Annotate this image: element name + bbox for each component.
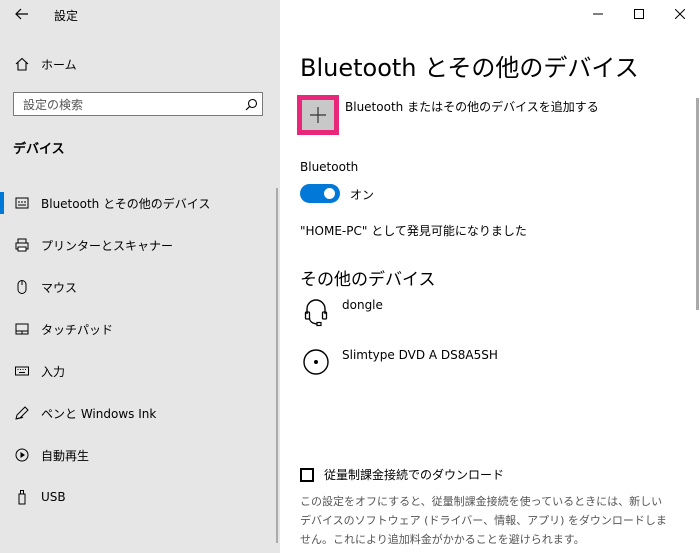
metered-description: この設定をオフにすると、従量制課金接続を使っているときには、新しいデバイスのソフ… — [300, 495, 667, 546]
sidebar-item-label: USB — [41, 490, 66, 504]
mouse-icon — [12, 277, 32, 297]
printer-icon — [12, 235, 32, 255]
usb-icon — [12, 487, 32, 507]
other-devices-heading: その他のデバイス — [300, 270, 436, 290]
sidebar-item-printers[interactable]: プリンターとスキャナー — [0, 224, 280, 266]
device-name: Slimtype DVD A DS8A5SH — [342, 348, 498, 362]
metered-download-checkbox[interactable] — [300, 467, 314, 482]
main-scrollbar[interactable] — [696, 0, 699, 553]
toggle-state-label: オン — [350, 188, 375, 202]
sidebar-item-mouse[interactable]: マウス — [0, 266, 280, 308]
close-button[interactable] — [660, 2, 700, 26]
home-icon — [12, 54, 32, 74]
bluetooth-heading: Bluetooth — [300, 160, 359, 174]
close-icon — [675, 9, 685, 19]
sidebar-item-label: マウス — [41, 280, 78, 295]
disc-drive-icon — [300, 346, 332, 378]
sidebar-item-home[interactable]: ホーム — [0, 50, 280, 78]
page-title: Bluetooth とその他のデバイス — [300, 54, 639, 82]
minimize-button[interactable] — [578, 2, 618, 26]
device-item-dvd[interactable]: Slimtype DVD A DS8A5SH — [300, 346, 680, 382]
sidebar-nav: Bluetooth とその他のデバイス プリンターとスキャナー マウス タッチパ… — [0, 182, 280, 518]
search-placeholder: 設定の検索 — [23, 97, 84, 112]
sidebar-item-label: タッチパッド — [41, 322, 114, 337]
sidebar-item-autoplay[interactable]: 自動再生 — [0, 434, 280, 476]
headset-icon — [300, 296, 332, 328]
toggle-knob — [324, 188, 335, 199]
main-content: Bluetooth とその他のデバイス Bluetooth またはその他のデバイ… — [280, 0, 700, 553]
search-input[interactable]: 設定の検索 — [13, 92, 263, 116]
sidebar-item-label: 入力 — [41, 364, 66, 379]
autoplay-icon — [12, 445, 32, 465]
sidebar-item-label: ホーム — [41, 57, 77, 72]
scrollbar-thumb[interactable] — [696, 98, 699, 310]
sidebar-item-touchpad[interactable]: タッチパッド — [0, 308, 280, 350]
pen-icon — [12, 403, 32, 423]
minimize-icon — [593, 13, 603, 15]
add-device-button[interactable] — [297, 95, 339, 135]
bluetooth-devices-icon — [12, 193, 32, 213]
search-icon[interactable] — [240, 93, 262, 115]
back-arrow-icon — [15, 8, 28, 20]
sidebar-item-label: 自動再生 — [41, 448, 90, 463]
checkbox-label: 従量制課金接続でのダウンロード — [324, 468, 505, 482]
add-device-label[interactable]: Bluetooth またはその他のデバイスを追加する — [345, 98, 599, 115]
sidebar-item-usb[interactable]: USB — [0, 476, 280, 518]
touchpad-icon — [12, 319, 32, 339]
sidebar-item-label: ペンと Windows Ink — [41, 406, 157, 421]
sidebar-item-label: プリンターとスキャナー — [41, 238, 174, 253]
device-item-dongle[interactable]: dongle — [300, 296, 680, 332]
sidebar-item-typing[interactable]: 入力 — [0, 350, 280, 392]
sidebar: 設定 ホーム 設定の検索 デバイス Bluetooth とその他のデバイス プリ… — [0, 0, 280, 553]
sidebar-scrollbar[interactable] — [276, 188, 278, 543]
sidebar-item-pen[interactable]: ペンと Windows Ink — [0, 392, 280, 434]
app-title: 設定 — [54, 9, 79, 23]
keyboard-icon — [12, 361, 32, 381]
plus-icon — [310, 107, 326, 123]
bluetooth-toggle[interactable] — [300, 184, 340, 203]
device-name: dongle — [342, 298, 383, 312]
sidebar-item-label: Bluetooth とその他のデバイス — [41, 196, 211, 211]
maximize-icon — [634, 9, 644, 19]
section-header: デバイス — [13, 142, 65, 157]
sidebar-item-bluetooth[interactable]: Bluetooth とその他のデバイス — [0, 182, 280, 224]
discoverable-text: "HOME-PC" として発見可能になりました — [300, 224, 527, 238]
back-button[interactable] — [8, 2, 36, 26]
metered-download-checkbox-row[interactable]: 従量制課金接続でのダウンロード — [300, 466, 504, 483]
maximize-button[interactable] — [619, 2, 659, 26]
